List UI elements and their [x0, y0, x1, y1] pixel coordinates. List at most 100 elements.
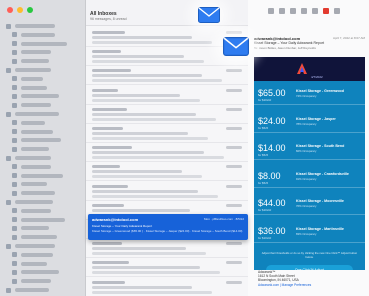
- mailbox-icon: [12, 76, 17, 82]
- sidebar-item[interactable]: [12, 128, 53, 136]
- sidebar-item-label: [21, 147, 49, 152]
- sidebar-item[interactable]: [12, 40, 67, 48]
- sidebar-item-label: [21, 182, 47, 187]
- facility-price: $8.00: [258, 170, 281, 181]
- sidebar-item[interactable]: [12, 84, 47, 92]
- facility-location: Kissel Storage - South Bend: [296, 144, 345, 148]
- message-row[interactable]: [86, 143, 248, 163]
- sidebar-item[interactable]: [6, 22, 55, 30]
- message-row[interactable]: [86, 182, 248, 201]
- more-icon[interactable]: [334, 8, 340, 14]
- sidebar-item[interactable]: [12, 277, 51, 285]
- row-date: [226, 127, 242, 130]
- sidebar-item-label: [21, 270, 59, 275]
- mailbox-sidebar: [0, 0, 86, 296]
- row-sender: [92, 165, 120, 169]
- sidebar-item[interactable]: [12, 189, 55, 197]
- sidebar-item[interactable]: [12, 31, 55, 39]
- sidebar-item[interactable]: [12, 75, 43, 83]
- mailbox-icon: [6, 155, 11, 161]
- sidebar-item[interactable]: [12, 268, 59, 276]
- row-date: [226, 280, 242, 284]
- row-preview: [92, 60, 204, 64]
- sidebar-item[interactable]: [12, 224, 49, 232]
- sidebar-item[interactable]: [12, 119, 45, 127]
- zoom-window-button[interactable]: [27, 7, 33, 13]
- message-row[interactable]: [86, 278, 248, 296]
- row-date: [226, 88, 242, 92]
- sidebar-item[interactable]: [12, 163, 51, 171]
- sidebar-item[interactable]: [6, 154, 51, 162]
- sidebar-item-label: [21, 252, 53, 257]
- sidebar-item-label: [21, 226, 49, 231]
- sidebar-item-label: [21, 164, 51, 169]
- sidebar-item[interactable]: [12, 57, 49, 65]
- message-row[interactable]: [86, 258, 248, 278]
- row-preview: [92, 194, 218, 198]
- reply-all-icon[interactable]: [279, 8, 285, 14]
- mailbox-icon: [6, 243, 11, 249]
- mailbox-icon: [12, 217, 17, 223]
- sidebar-item[interactable]: [6, 66, 51, 74]
- row-subject: [92, 93, 180, 97]
- mailbox-icon: [12, 146, 17, 152]
- close-window-button[interactable]: [7, 7, 13, 13]
- archive-icon[interactable]: [301, 8, 307, 14]
- sidebar-item[interactable]: [12, 251, 53, 259]
- message-row[interactable]: [86, 124, 248, 143]
- facility-occupancy: 91% Occupancy: [296, 176, 317, 181]
- mailbox-icon: [12, 261, 17, 267]
- message-row[interactable]: [86, 66, 248, 86]
- sidebar-item[interactable]: [6, 242, 55, 250]
- message-row[interactable]: [86, 86, 248, 105]
- sidebar-item[interactable]: [6, 198, 53, 206]
- sidebar-item[interactable]: [6, 286, 49, 294]
- sidebar-item[interactable]: [6, 110, 59, 118]
- sidebar-item-label: [21, 32, 55, 37]
- sidebar-item[interactable]: [12, 136, 61, 144]
- sidebar-item[interactable]: [12, 101, 51, 109]
- flag-icon[interactable]: [323, 8, 329, 14]
- sidebar-item-label: [21, 261, 47, 266]
- selected-message[interactable]: adwarank@intolool.com Mon · pBlevihtoo.c…: [88, 214, 248, 240]
- message-row[interactable]: [86, 162, 248, 182]
- sidebar-item[interactable]: [12, 48, 51, 56]
- row-sender: [92, 31, 125, 34]
- sidebar-item[interactable]: [12, 233, 57, 241]
- mailbox-icon: [12, 269, 17, 275]
- mailbox-icon: [12, 164, 17, 170]
- sidebar-item-label: [21, 120, 45, 125]
- sidebar-item[interactable]: [12, 145, 49, 153]
- reader-toolbar: [248, 0, 369, 26]
- sidebar-item-label: [21, 173, 63, 178]
- forward-icon[interactable]: [290, 8, 296, 14]
- sidebar-item[interactable]: [12, 172, 63, 180]
- row-date: [226, 203, 242, 207]
- facility-unit: for $5x5: [258, 153, 269, 157]
- row-date: [226, 165, 242, 169]
- footer-links[interactable]: Adwarank.com | Manage Preferences: [254, 283, 365, 287]
- facility-unit: for $5x5: [258, 180, 269, 185]
- row-preview: [92, 175, 202, 179]
- sidebar-item[interactable]: [12, 207, 51, 215]
- mail-app-window: All Inboxes 96 messages, 8 unread adwara…: [0, 0, 369, 296]
- sidebar-item[interactable]: [12, 180, 47, 188]
- message-row[interactable]: [86, 239, 248, 259]
- mailbox-icon: [12, 120, 17, 126]
- row-sender: [92, 69, 131, 73]
- sidebar-item-label: [21, 103, 51, 108]
- mailbox-icon: [12, 208, 17, 214]
- message-date: April 7, 2022 at 8:07 AM: [332, 36, 365, 40]
- minimize-window-button[interactable]: [17, 7, 23, 13]
- sidebar-item-label: [15, 112, 59, 116]
- trash-icon[interactable]: [312, 8, 318, 14]
- sidebar-item-label: [21, 76, 43, 81]
- sidebar-item[interactable]: [12, 216, 65, 224]
- sidebar-item[interactable]: [12, 92, 59, 100]
- sidebar-item[interactable]: [12, 260, 47, 268]
- message-row[interactable]: [86, 105, 248, 124]
- email-body: 4/7/2022 $65.00 for $10x10 Kissel Storage …: [254, 57, 365, 296]
- row-subject: [92, 55, 184, 59]
- mailbox-icon: [12, 32, 17, 38]
- reply-icon[interactable]: [268, 8, 274, 14]
